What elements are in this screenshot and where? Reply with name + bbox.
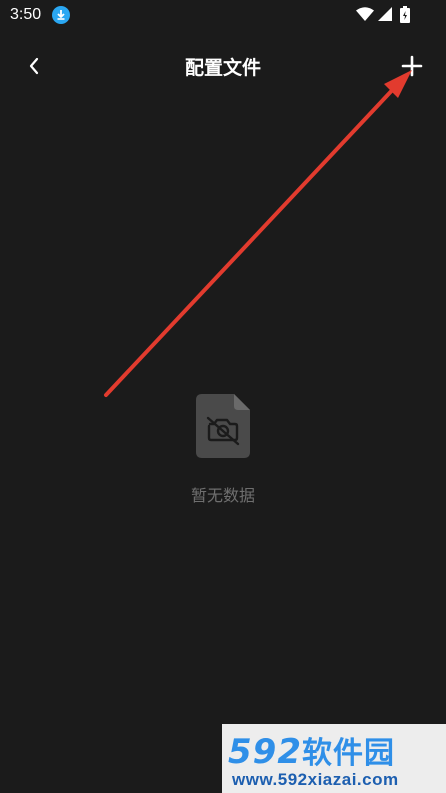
page-title: 配置文件 <box>184 57 261 79</box>
download-badge-icon <box>52 6 70 24</box>
signal-icon <box>378 7 392 21</box>
app-bar: 配置文件 <box>0 38 446 94</box>
wifi-icon <box>356 7 374 21</box>
empty-state: 暂无数据 <box>0 394 446 506</box>
add-button[interactable] <box>396 50 428 82</box>
battery-charging-icon <box>400 6 410 23</box>
watermark-logo: 592软件园 <box>228 728 395 772</box>
no-file-icon <box>196 394 250 458</box>
plus-icon <box>401 55 423 77</box>
watermark-url: www.592xiazai.com <box>232 770 399 789</box>
status-time: 3:50 <box>10 6 42 23</box>
status-bar: 3:50 <box>0 0 446 32</box>
watermark-logo-number: 592 <box>228 732 302 772</box>
watermark: 592软件园 www.592xiazai.com <box>222 724 446 793</box>
empty-message: 暂无数据 <box>190 486 255 505</box>
config-files-screen: 3:50 配置文件 暂无数据 592软件园 www.592xiazai.com <box>0 0 446 793</box>
watermark-logo-text: 软件园 <box>301 736 395 771</box>
